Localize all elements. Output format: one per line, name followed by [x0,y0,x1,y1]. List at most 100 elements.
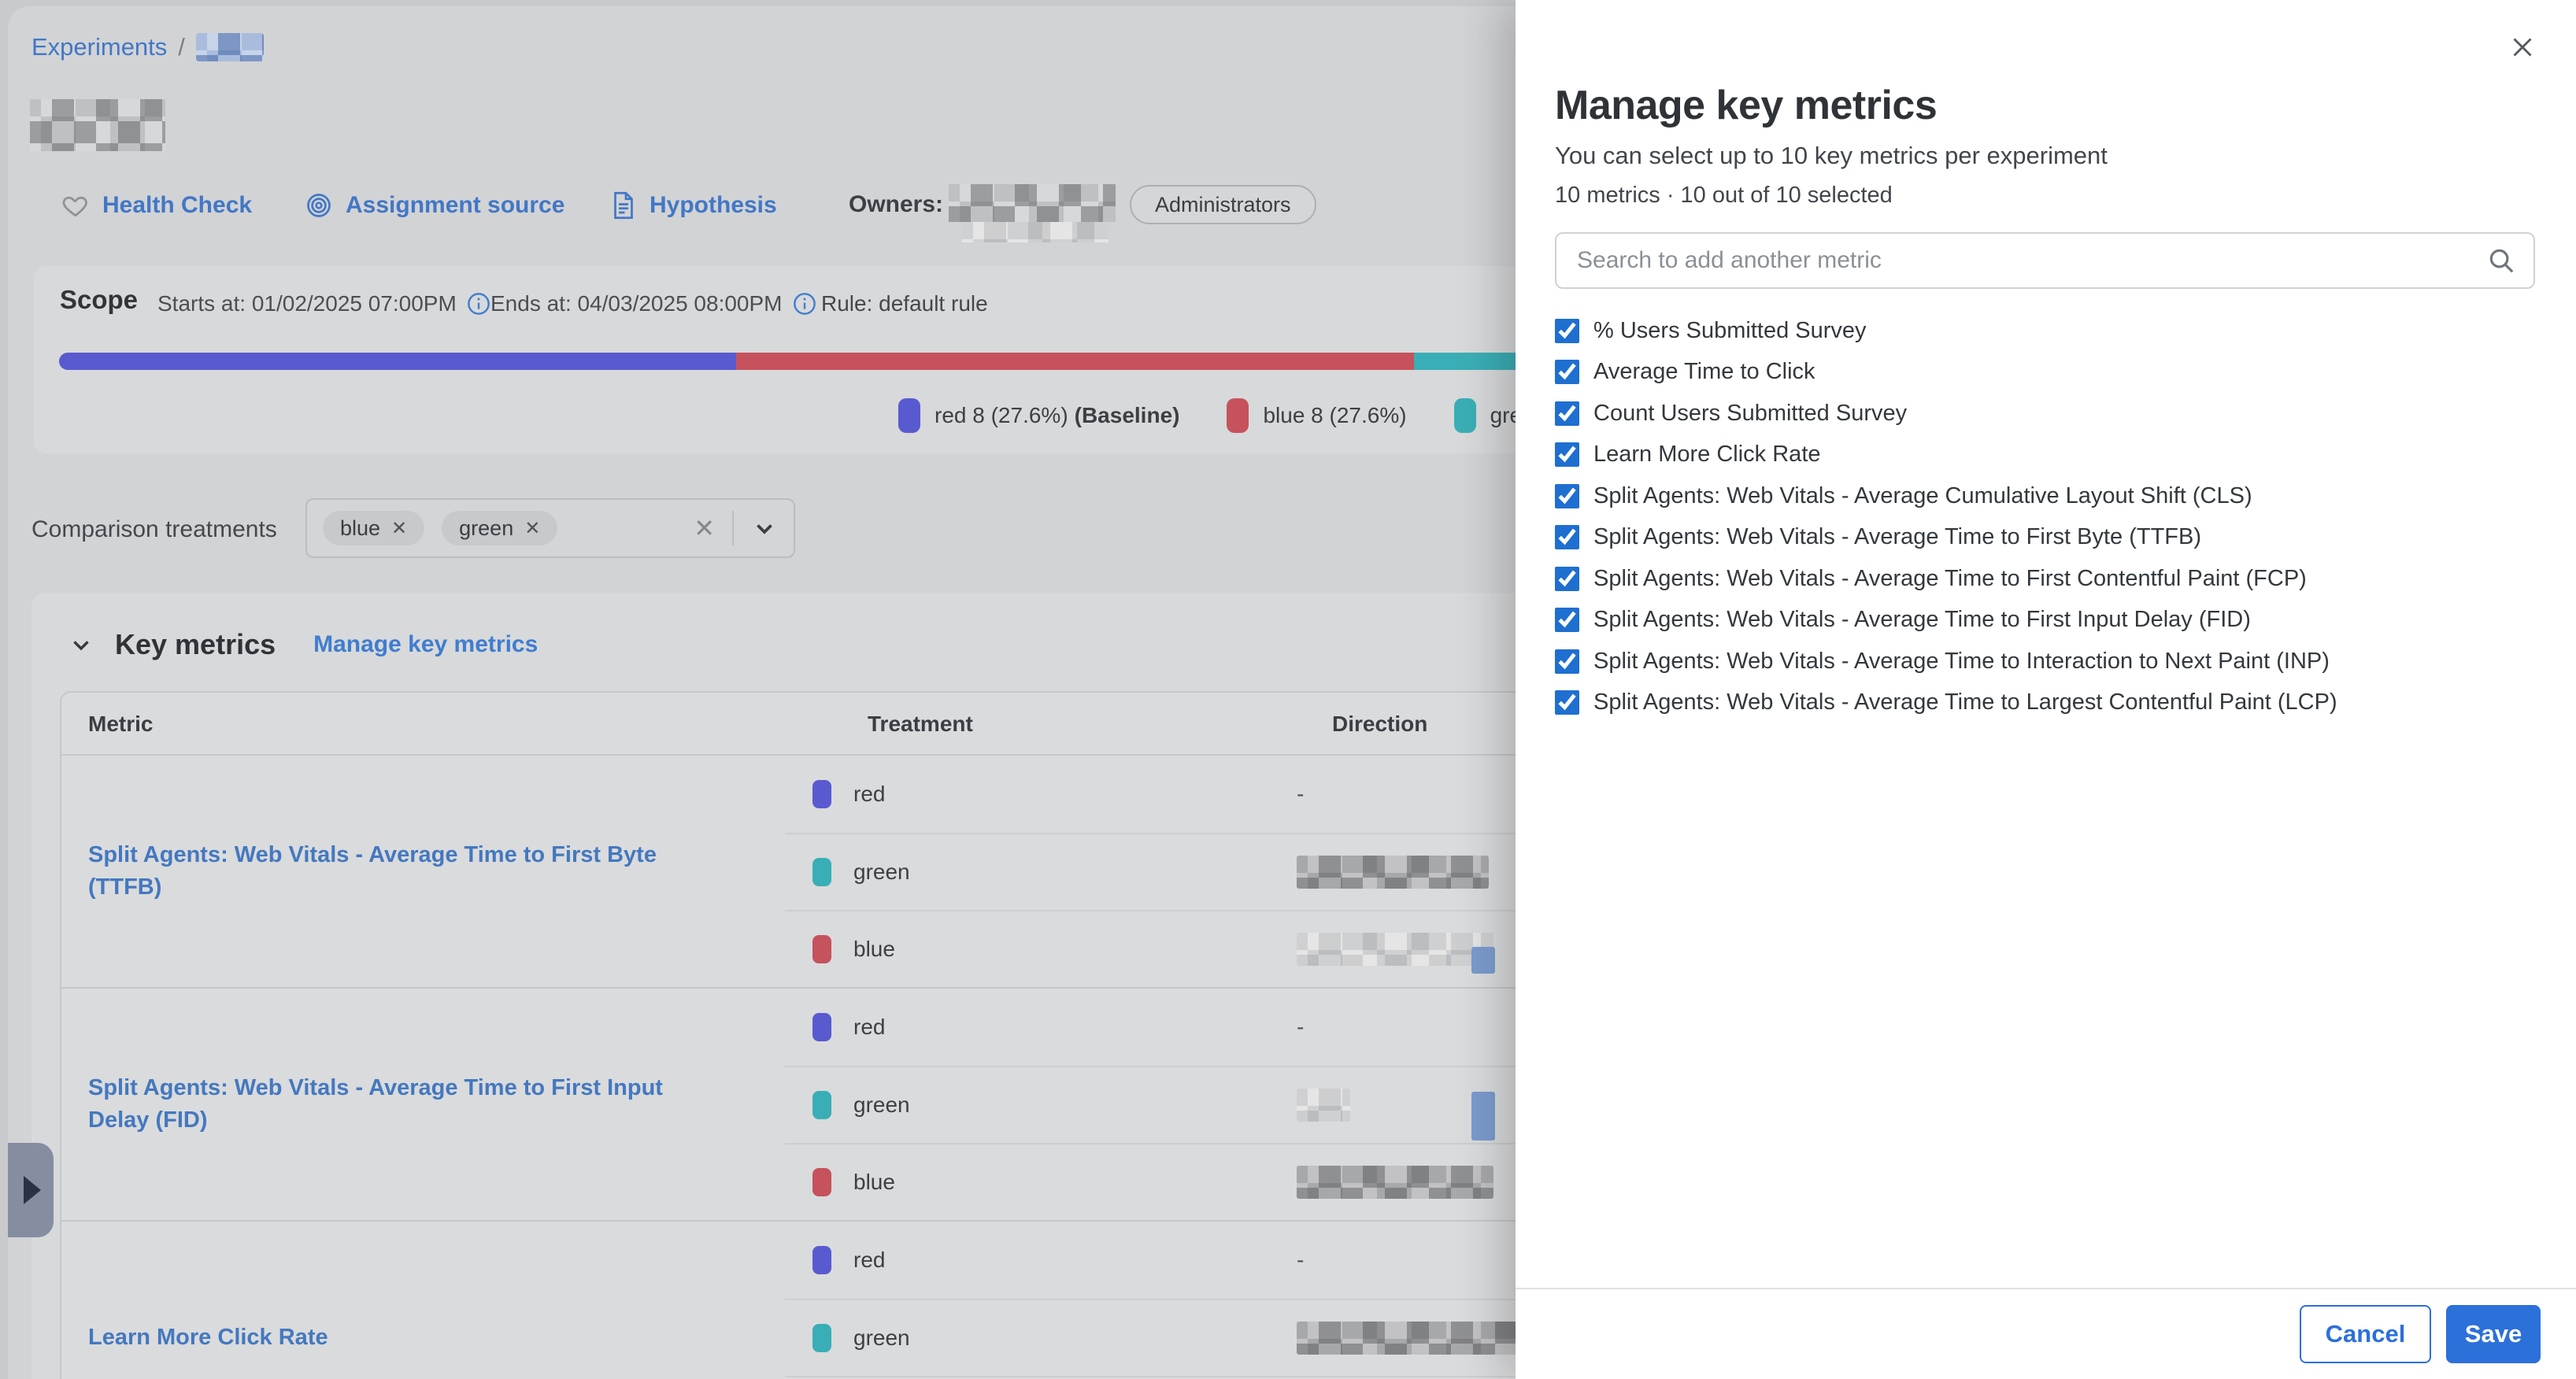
scope-rule: Rule: default rule [821,291,988,316]
treatment-swatch [812,858,831,886]
metric-link-ttfb[interactable]: Split Agents: Web Vitals - Average Time … [88,839,730,903]
owners-value-redacted [949,184,1116,222]
treatment-swatch [812,1246,831,1274]
scope-ends-at: Ends at: 04/03/2025 08:00PM [490,291,817,316]
manage-key-metrics-drawer: Manage key metrics You can select up to … [1516,0,2576,1379]
app-window: Experiments / Health Check Assignment so… [0,0,2576,1379]
legend-item-blue: blue 8 (27.6%) [1227,398,1406,433]
info-icon[interactable] [792,291,817,316]
metric-checkbox[interactable] [1555,690,1579,715]
select-divider [732,511,734,545]
document-icon [610,191,637,220]
metric-label[interactable]: Split Agents: Web Vitals - Average Time … [1593,649,2330,675]
treatment-swatch [812,1013,831,1041]
treatment-chip-blue[interactable]: blue ✕ [323,511,424,545]
list-item: Learn More Click Rate [1555,443,2535,467]
list-item: Split Agents: Web Vitals - Average Time … [1555,649,2535,673]
treatment-chip-green[interactable]: green ✕ [442,511,557,545]
metric-checkbox[interactable] [1555,484,1579,508]
comparison-treatments-label: Comparison treatments [31,516,277,543]
treatment-swatch [812,780,831,808]
metric-checkbox[interactable] [1555,525,1579,549]
allocation-segment-blue [736,353,1414,370]
metric-label[interactable]: Count Users Submitted Survey [1593,401,1907,427]
list-item: Count Users Submitted Survey [1555,401,2535,425]
breadcrumb: Experiments / [31,33,264,61]
breadcrumb-experiment-name-redacted [196,33,264,61]
drawer-subtitle: You can select up to 10 key metrics per … [1555,142,2535,170]
metric-checkbox[interactable] [1555,649,1579,674]
legend-item-red: red 8 (27.6%)(Baseline) [898,398,1179,433]
list-item: Split Agents: Web Vitals - Average Time … [1555,567,2535,590]
treatment-swatch [812,1168,831,1196]
metric-checkbox[interactable] [1555,319,1579,343]
metric-checkbox[interactable] [1555,567,1579,591]
metric-label[interactable]: Split Agents: Web Vitals - Average Time … [1593,566,2307,592]
treatment-swatch [812,935,831,963]
column-header-metric: Metric [88,712,153,737]
expand-arrow-icon [24,1176,41,1204]
list-item: Average Time to Click [1555,360,2535,384]
metrics-count-line: 10 metrics · 10 out of 10 selected [1555,183,2535,209]
metric-link-learn-more[interactable]: Learn More Click Rate [88,1322,328,1354]
list-item: Split Agents: Web Vitals - Average Cumul… [1555,484,2535,508]
metric-label[interactable]: Split Agents: Web Vitals - Average Time … [1593,690,2337,715]
sidebar-expand-tab[interactable] [8,1143,54,1237]
save-button[interactable]: Save [2446,1305,2541,1363]
target-icon [305,191,333,220]
heart-icon [61,191,90,220]
list-item: % Users Submitted Survey [1555,319,2535,342]
breadcrumb-separator: / [178,33,185,61]
metric-label[interactable]: Split Agents: Web Vitals - Average Cumul… [1593,483,2252,509]
legend-item-green: gre [1454,398,1522,433]
scope-starts-at: Starts at: 01/02/2025 07:00PM [157,291,491,316]
administrators-badge: Administrators [1130,185,1316,224]
clear-selection-icon[interactable]: ✕ [694,513,715,543]
remove-chip-icon[interactable]: ✕ [391,517,407,540]
chevron-down-icon[interactable] [751,515,778,542]
health-check-link[interactable]: Health Check [61,183,252,228]
metric-label[interactable]: Split Agents: Web Vitals - Average Time … [1593,607,2251,633]
metric-label[interactable]: Learn More Click Rate [1593,442,1821,468]
close-button[interactable] [2505,30,2540,65]
assignment-source-link[interactable]: Assignment source [305,183,564,228]
direction-value-redacted [1297,1089,1350,1122]
metric-checkbox[interactable] [1555,608,1579,632]
drawer-title: Manage key metrics [1555,82,2535,129]
collapse-chevron-icon[interactable] [68,631,94,658]
owners-label: Owners: [849,191,943,218]
metric-checkbox[interactable] [1555,401,1579,426]
close-icon [2508,33,2537,61]
scope-title: Scope [60,285,138,315]
legend-swatch-green [1454,398,1476,433]
search-metric-input[interactable] [1555,232,2535,289]
remove-chip-icon[interactable]: ✕ [524,517,540,540]
breadcrumb-experiments-link[interactable]: Experiments [31,33,167,61]
direction-marker-redacted [1471,947,1495,974]
experiment-title-redacted [30,99,165,151]
treatment-swatch [812,1091,831,1119]
metric-label[interactable]: % Users Submitted Survey [1593,318,1867,344]
metric-label[interactable]: Average Time to Click [1593,359,1815,385]
direction-marker-redacted [1471,1092,1495,1141]
manage-key-metrics-link[interactable]: Manage key metrics [313,631,538,658]
list-item: Split Agents: Web Vitals - Average Time … [1555,691,2535,715]
metric-checkbox[interactable] [1555,360,1579,384]
metric-label[interactable]: Split Agents: Web Vitals - Average Time … [1593,524,2201,550]
direction-value-redacted [1297,856,1489,889]
metric-checkbox[interactable] [1555,442,1579,467]
drawer-footer: Cancel Save [1516,1288,2576,1379]
metric-link-fid[interactable]: Split Agents: Web Vitals - Average Time … [88,1072,730,1136]
hypothesis-link[interactable]: Hypothesis [610,183,777,228]
allocation-legend: red 8 (27.6%)(Baseline) blue 8 (27.6%) g… [898,398,1522,433]
comparison-treatments-select[interactable]: blue ✕ green ✕ ✕ [305,498,795,558]
owners-value-redacted-2 [962,222,1108,242]
metric-checkbox-list: % Users Submitted Survey Average Time to… [1555,319,2535,715]
cancel-button[interactable]: Cancel [2300,1305,2431,1363]
direction-value-redacted [1297,1166,1493,1199]
assignment-source-label: Assignment source [346,192,564,219]
list-item: Split Agents: Web Vitals - Average Time … [1555,526,2535,549]
hypothesis-label: Hypothesis [650,192,777,219]
info-icon[interactable] [466,291,491,316]
direction-value-redacted [1297,933,1493,966]
